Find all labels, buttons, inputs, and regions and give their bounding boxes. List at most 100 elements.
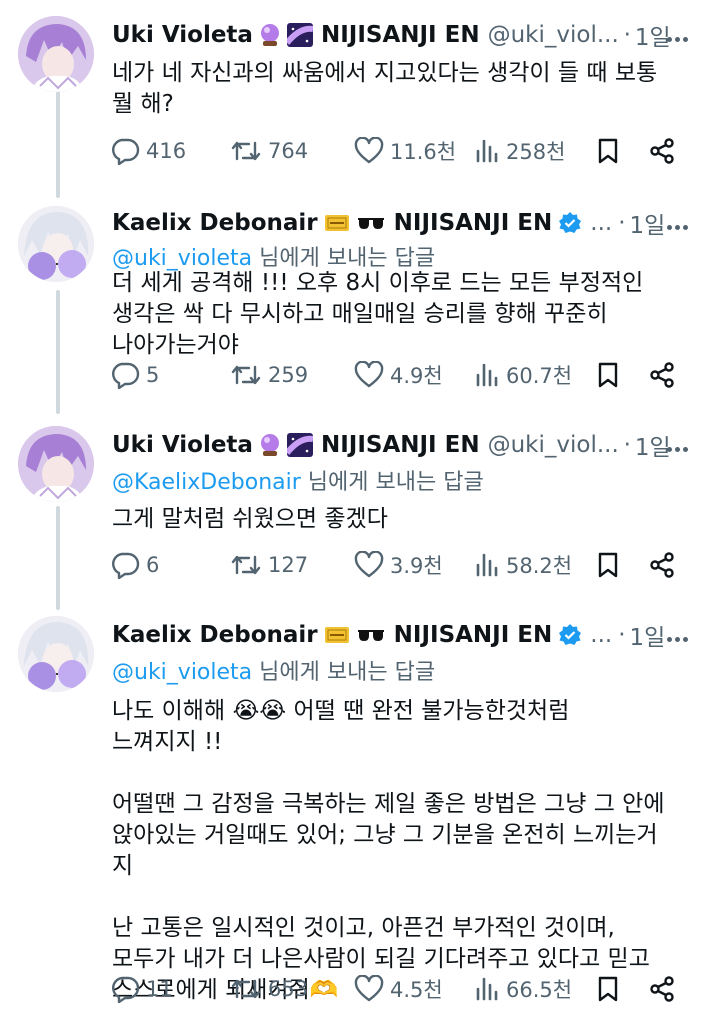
like-button[interactable]: 4.9천	[354, 360, 443, 390]
display-name[interactable]: Kaelix Debonair	[112, 210, 318, 236]
like-button[interactable]: 11.6천	[354, 136, 456, 166]
handle[interactable]: ...	[590, 622, 612, 648]
views-icon	[476, 977, 498, 1001]
separator-dot: ·	[623, 22, 631, 48]
retweet-button[interactable]: 653	[230, 975, 308, 1003]
reply-count: 416	[146, 139, 187, 163]
tweet[interactable]: Kaelix Debonair NIJISANJI EN ... · 1일 @u…	[0, 612, 712, 1024]
milky-way-icon	[286, 433, 313, 457]
bookmark-button[interactable]	[596, 551, 620, 579]
more-icon[interactable]	[662, 214, 692, 240]
avatar[interactable]	[18, 16, 94, 92]
bookmark-button[interactable]	[596, 361, 620, 389]
separator-dot: ·	[618, 210, 626, 236]
views-button[interactable]: 258천	[474, 136, 565, 166]
reply-suffix: 님에게 보내는 답글	[252, 660, 436, 685]
share-button[interactable]	[648, 975, 676, 1003]
share-icon	[650, 362, 674, 388]
handle[interactable]: ...	[590, 210, 612, 236]
avatar-image	[18, 206, 94, 282]
avatar-image	[18, 616, 94, 692]
action-bar: 416 764 11.6천 258천	[110, 134, 682, 168]
tweet[interactable]: Uki Violeta NIJISANJI EN @uki_viol... · …	[0, 12, 712, 182]
reply-count: 11	[146, 977, 173, 1001]
more-icon[interactable]	[662, 626, 692, 652]
like-count: 3.9천	[390, 554, 443, 578]
ticket-icon	[324, 624, 350, 646]
tweet[interactable]: Kaelix Debonair NIJISANJI EN ... · 1일 @u…	[0, 200, 712, 410]
separator-dot: ·	[618, 622, 626, 648]
views-button[interactable]: 58.2천	[474, 550, 572, 580]
reply-mention-link[interactable]: @uki_violeta	[112, 660, 252, 685]
crying-emoji: 😭😭	[232, 698, 287, 724]
avatar[interactable]	[18, 206, 94, 282]
like-icon	[354, 361, 384, 388]
retweet-count: 259	[268, 363, 309, 387]
avatar-image	[18, 16, 94, 92]
views-button[interactable]: 66.5천	[474, 974, 572, 1004]
like-icon	[354, 975, 384, 1002]
verified-icon	[558, 623, 582, 647]
share-button[interactable]	[648, 361, 676, 389]
display-name[interactable]: Kaelix Debonair	[112, 622, 318, 648]
share-icon	[650, 552, 674, 578]
reply-mention-link[interactable]: @KaelixDebonair	[112, 470, 301, 495]
avatar[interactable]	[18, 426, 94, 502]
action-bar: 11 653 4.5천 66.5천	[110, 972, 682, 1006]
tweet-text: 나도 이해해 😭😭 어떨 땐 완전 불가능한것처럼 느껴지지 !! 어떨땐 그 …	[112, 696, 672, 1006]
timestamp[interactable]: 1일	[630, 618, 666, 652]
retweet-icon	[231, 555, 261, 575]
tweet-text: 더 세게 공격해 !!! 오후 8시 이후로 드는 모든 부정적인 생각은 싹 …	[112, 270, 644, 358]
action-bar: 6 127 3.9천 58.2천	[110, 548, 682, 582]
like-count: 4.9천	[390, 364, 443, 388]
reply-button[interactable]: 416	[110, 137, 186, 165]
avatar[interactable]	[18, 616, 94, 692]
share-icon	[650, 976, 674, 1002]
bookmark-button[interactable]	[596, 137, 620, 165]
reply-context: @uki_violeta 님에게 보내는 답글	[112, 654, 435, 686]
handle[interactable]: @uki_viol...	[488, 22, 618, 48]
like-button[interactable]: 3.9천	[354, 550, 443, 580]
retweet-icon	[231, 365, 261, 385]
reply-button[interactable]: 11	[110, 975, 173, 1003]
more-icon[interactable]	[662, 26, 692, 52]
crystal-ball-icon	[259, 23, 281, 47]
org-name: NIJISANJI EN	[320, 22, 480, 48]
retweet-count: 764	[268, 139, 309, 163]
view-count: 60.7천	[506, 364, 573, 388]
ticket-icon	[324, 212, 350, 234]
views-button[interactable]: 60.7천	[474, 360, 572, 390]
reply-button[interactable]: 6	[110, 551, 159, 579]
tweet-text-part: 어떨 땐 완전 불가능한것처럼	[286, 698, 570, 724]
retweet-button[interactable]: 259	[230, 361, 308, 389]
reply-icon	[112, 138, 140, 165]
tweet-text-part: 느껴지지 !! 어떨땐 그 감정을 극복하는 제일 좋은 방법은 그냥 그 안에…	[112, 729, 665, 1003]
tweet-text: 그게 말처럼 쉬웠으면 좋겠다	[112, 506, 388, 532]
like-button[interactable]: 4.5천	[354, 974, 443, 1004]
tweet-header: Kaelix Debonair NIJISANJI EN ... · 1일	[112, 618, 692, 652]
display-name[interactable]: Uki Violeta	[112, 432, 253, 458]
display-name[interactable]: Uki Violeta	[112, 22, 253, 48]
sunglasses-icon	[356, 213, 386, 233]
tweet-header: Uki Violeta NIJISANJI EN @uki_viol... · …	[112, 428, 692, 462]
share-button[interactable]	[648, 137, 676, 165]
tweet-header: Uki Violeta NIJISANJI EN @uki_viol... · …	[112, 18, 692, 52]
like-count: 4.5천	[390, 978, 443, 1002]
org-name: NIJISANJI EN	[393, 210, 553, 236]
tweet-text: 네가 네 자신과의 싸움에서 지고있다는 생각이 들 때 보통 뭘 해?	[112, 60, 658, 117]
views-icon	[476, 363, 498, 387]
reply-icon	[112, 552, 140, 579]
reply-button[interactable]: 5	[110, 361, 159, 389]
tweet[interactable]: Uki Violeta NIJISANJI EN @uki_viol... · …	[0, 422, 712, 592]
retweet-icon	[231, 141, 261, 161]
retweet-button[interactable]: 764	[230, 137, 308, 165]
bookmark-icon	[598, 552, 618, 578]
retweet-button[interactable]: 127	[230, 551, 308, 579]
reply-suffix: 님에게 보내는 답글	[300, 470, 484, 495]
handle[interactable]: @uki_viol...	[488, 432, 618, 458]
bookmark-button[interactable]	[596, 975, 620, 1003]
more-icon[interactable]	[662, 436, 692, 462]
share-button[interactable]	[648, 551, 676, 579]
reply-icon	[112, 362, 140, 389]
timestamp[interactable]: 1일	[630, 206, 666, 240]
